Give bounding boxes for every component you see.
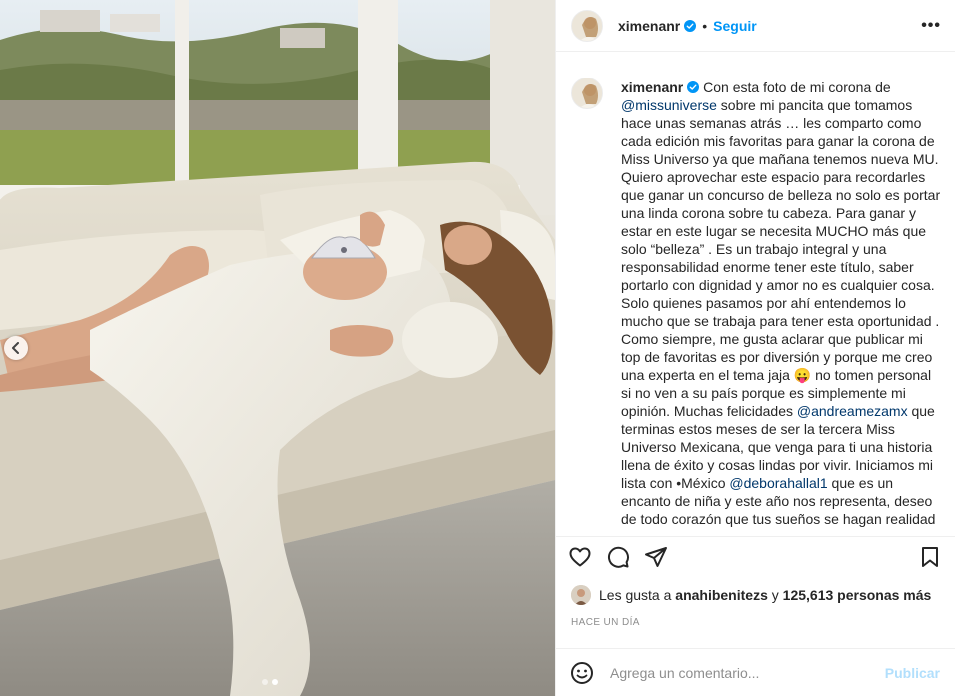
- publish-button[interactable]: Publicar: [885, 665, 940, 681]
- tongue-emoji: 😛: [793, 367, 812, 383]
- liker-username[interactable]: anahibenitezs: [675, 587, 768, 603]
- avatar-image: [572, 78, 602, 108]
- mention-link[interactable]: @deborahallal1: [729, 475, 827, 491]
- avatar-image: [571, 585, 591, 605]
- carousel-dot: [262, 679, 268, 685]
- avatar-image: [572, 10, 602, 41]
- carousel-indicator: [262, 679, 278, 685]
- carousel-prev-button[interactable]: [4, 336, 28, 360]
- post-media[interactable]: [0, 0, 555, 696]
- post-sidebar: ximenanr • Seguir ••• ximenanr Con esta …: [555, 0, 955, 696]
- header-separator: •: [702, 17, 708, 34]
- caption-avatar[interactable]: [571, 78, 603, 109]
- bookmark-icon[interactable]: [918, 545, 942, 569]
- likes-count[interactable]: 125,613 personas más: [783, 587, 932, 603]
- comment-icon[interactable]: [606, 545, 630, 569]
- chevron-left-icon: [12, 342, 19, 354]
- header-username[interactable]: ximenanr: [618, 18, 680, 34]
- verified-badge-icon: [687, 81, 700, 93]
- more-options-button[interactable]: •••: [921, 17, 941, 35]
- caption-username[interactable]: ximenanr: [621, 79, 683, 95]
- caption-text: sobre mi pancita que tomamos hace unas s…: [621, 97, 941, 383]
- post-header: ximenanr • Seguir •••: [556, 0, 955, 52]
- comments-area[interactable]: ximenanr Con esta foto de mi corona de @…: [556, 78, 955, 530]
- post-photo: [0, 0, 555, 696]
- paper-plane-icon[interactable]: [644, 545, 668, 569]
- likes-prefix: Les gusta a: [599, 587, 672, 603]
- post-caption: ximenanr Con esta foto de mi corona de @…: [621, 78, 942, 530]
- heart-icon[interactable]: [568, 545, 592, 569]
- carousel-dot-active: [272, 679, 278, 685]
- add-comment-bar: Publicar: [556, 648, 955, 696]
- caption-row: ximenanr Con esta foto de mi corona de @…: [571, 78, 942, 530]
- post-actions: [556, 536, 955, 576]
- liker-avatar[interactable]: [571, 585, 591, 605]
- comment-input[interactable]: [610, 664, 880, 681]
- post-timestamp[interactable]: HACE UN DÍA: [571, 617, 640, 628]
- likes-middle: y: [771, 587, 779, 603]
- smiley-icon[interactable]: [570, 661, 594, 685]
- mention-link[interactable]: @missuniverse: [621, 97, 717, 113]
- mention-link[interactable]: @andreamezamx: [797, 403, 908, 419]
- caption-text: Con esta foto de mi corona de: [699, 79, 891, 95]
- follow-button[interactable]: Seguir: [713, 18, 757, 34]
- verified-badge-icon: [684, 19, 697, 32]
- likes-summary: Les gusta a anahibenitezs y 125,613 pers…: [571, 585, 931, 605]
- avatar[interactable]: [571, 9, 603, 42]
